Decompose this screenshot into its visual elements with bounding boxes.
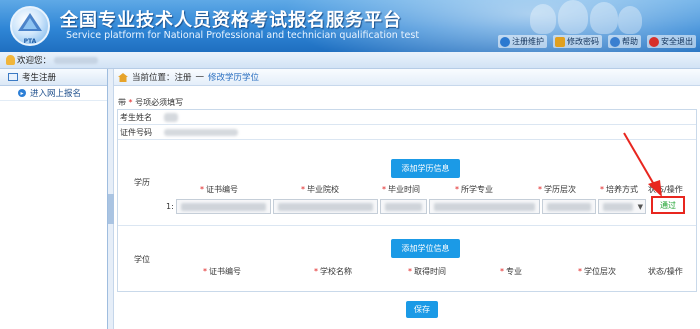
deg-col-level: * 学位层次 bbox=[578, 267, 616, 276]
save-button[interactable]: 保存 bbox=[406, 301, 438, 318]
chevron-down-icon: ▼ bbox=[637, 203, 643, 211]
deg-col-status: 状态/操作 bbox=[648, 267, 683, 276]
help-icon bbox=[610, 36, 620, 47]
edu-row-index: 1: bbox=[166, 202, 174, 211]
nav-label: 帮助 bbox=[622, 37, 638, 46]
sidebar-header-label: 考生注册 bbox=[22, 73, 57, 83]
breadcrumb-current[interactable]: 修改学历学位 bbox=[208, 71, 259, 83]
id-value-redacted bbox=[164, 129, 238, 136]
name-value-redacted bbox=[164, 113, 178, 122]
lock-icon bbox=[555, 36, 565, 47]
home-icon bbox=[118, 72, 128, 82]
sidebar-item-online-registration[interactable]: ▸ 进入网上报名 bbox=[0, 86, 107, 101]
edu-col-study-mode: * 培养方式 bbox=[600, 185, 638, 194]
nav-register-maintain[interactable]: 注册维护 bbox=[498, 35, 547, 48]
user-icon bbox=[6, 55, 15, 65]
welcome-bar: 欢迎您： bbox=[0, 52, 700, 69]
edu-col-status: 状态/操作 bbox=[648, 185, 683, 194]
education-row: 学历 添加学历信息 * 证书编号 * 毕业院校 * 毕业时间 * 所学专业 * 学历层次 … bbox=[118, 140, 696, 226]
main-content: 当前位置： 注册 一 修改学历学位 带 * 号项必须填写 考生姓名 证件号码 学… bbox=[114, 69, 700, 329]
sidebar-header[interactable]: 考生注册 bbox=[0, 69, 107, 86]
power-icon bbox=[649, 36, 659, 47]
deg-col-time: * 取得时间 bbox=[408, 267, 446, 276]
edu-school-input[interactable] bbox=[273, 199, 378, 214]
panel-icon bbox=[8, 73, 18, 81]
degree-row: 学位 添加学位信息 * 证书编号 * 学校名称 * 取得时间 * 专业 * 学位层次 状态… bbox=[118, 226, 696, 293]
nav-label: 修改密码 bbox=[567, 37, 599, 46]
welcome-label: 欢迎您： bbox=[17, 56, 52, 66]
nav-label: 注册维护 bbox=[512, 37, 544, 46]
deg-col-cert-no: * 证书编号 bbox=[203, 267, 241, 276]
top-nav: 注册维护 修改密码 帮助 安全退出 bbox=[498, 35, 696, 48]
edu-col-cert-no: * 证书编号 bbox=[200, 185, 238, 194]
breadcrumb-section: 注册 bbox=[174, 73, 192, 83]
edu-study-mode-select[interactable]: ▼ bbox=[598, 199, 646, 214]
deg-col-school: * 学校名称 bbox=[314, 267, 352, 276]
required-note: 带 * 号项必须填写 bbox=[118, 97, 183, 108]
name-row: 考生姓名 bbox=[118, 110, 696, 125]
nav-logout[interactable]: 安全退出 bbox=[647, 35, 696, 48]
logo-text: PTA bbox=[23, 38, 37, 45]
deg-col-major: * 专业 bbox=[500, 267, 522, 276]
pta-logo: PTA bbox=[10, 6, 50, 46]
sidebar: 考生注册 ▸ 进入网上报名 bbox=[0, 69, 108, 329]
edu-cert-no-input[interactable] bbox=[176, 199, 271, 214]
person-edit-icon bbox=[500, 36, 510, 47]
edu-level-select[interactable] bbox=[542, 199, 596, 214]
header-banner: PTA 全国专业技术人员资格考试报名服务平台 Service platform … bbox=[0, 0, 700, 52]
required-star: * bbox=[128, 98, 133, 107]
id-row: 证件号码 bbox=[118, 125, 696, 140]
add-education-button[interactable]: 添加学历信息 bbox=[391, 159, 460, 178]
required-note-suffix: 号项必须填写 bbox=[135, 98, 184, 107]
add-degree-button[interactable]: 添加学位信息 bbox=[391, 239, 460, 258]
edu-major-input[interactable] bbox=[429, 199, 540, 214]
site-title: 全国专业技术人员资格考试报名服务平台 bbox=[60, 10, 402, 31]
form-table: 考生姓名 证件号码 学历 添加学历信息 * 证书编号 * 毕业院校 * 毕业时间 * 所… bbox=[117, 109, 697, 292]
sidebar-item-label: 进入网上报名 bbox=[30, 89, 82, 99]
edu-col-school: * 毕业院校 bbox=[301, 185, 339, 194]
id-label: 证件号码 bbox=[120, 127, 152, 137]
site-subtitle: Service platform for National Profession… bbox=[66, 30, 420, 41]
breadcrumb: 当前位置： 注册 一 修改学历学位 bbox=[114, 69, 700, 86]
edu-col-level: * 学历层次 bbox=[538, 185, 576, 194]
arrow-right-icon: ▸ bbox=[18, 89, 26, 97]
edu-grad-time-input[interactable] bbox=[380, 199, 427, 214]
edu-col-major: * 所学专业 bbox=[455, 185, 493, 194]
education-label: 学历 bbox=[134, 178, 150, 187]
breadcrumb-separator: 一 bbox=[195, 73, 205, 83]
degree-label: 学位 bbox=[134, 255, 150, 264]
edu-col-grad-time: * 毕业时间 bbox=[382, 185, 420, 194]
name-label: 考生姓名 bbox=[120, 112, 152, 122]
nav-help[interactable]: 帮助 bbox=[608, 35, 641, 48]
nav-change-password[interactable]: 修改密码 bbox=[553, 35, 602, 48]
nav-label: 安全退出 bbox=[661, 37, 693, 46]
status-passed-badge: 通过 bbox=[651, 196, 685, 214]
required-note-prefix: 带 bbox=[118, 98, 126, 107]
username-redacted bbox=[54, 56, 99, 64]
breadcrumb-prefix: 当前位置： bbox=[132, 73, 175, 83]
